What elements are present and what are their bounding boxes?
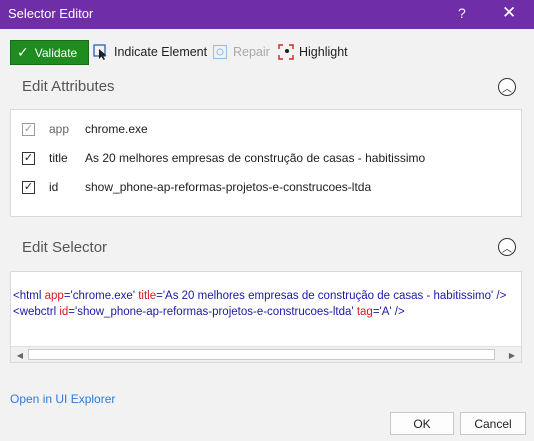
edit-selector-heading: Edit Selector: [22, 239, 108, 256]
code-attribute: title: [138, 290, 157, 302]
collapse-attributes-button[interactable]: ︿: [498, 78, 516, 96]
indicate-element-icon: [93, 44, 109, 60]
attribute-checkbox-title[interactable]: ✓: [22, 151, 35, 165]
cancel-button[interactable]: Cancel: [460, 412, 526, 435]
collapse-selector-button[interactable]: ︿: [498, 238, 516, 256]
code-attribute: id: [59, 306, 69, 318]
code-value: ='show_phone-ap-reformas-projetos-e-cons…: [68, 306, 357, 318]
validate-label: Validate: [34, 45, 78, 60]
window-title: Selector Editor: [8, 6, 94, 21]
toolbar: ✓ Validate Indicate Element Repair Highl…: [0, 29, 534, 75]
scroll-left-icon[interactable]: ◀: [13, 349, 27, 361]
selector-editor-dialog: ✓ Validate Indicate Element Repair Highl…: [0, 29, 534, 441]
highlight-label: Highlight: [299, 45, 348, 59]
attribute-value: show_phone-ap-reformas-projetos-e-constr…: [85, 180, 372, 194]
attribute-name: title: [49, 151, 68, 165]
attribute-row-id: ✓ id show_phone-ap-reformas-projetos-e-c…: [11, 177, 521, 197]
checkmark-icon: ✓: [17, 44, 29, 60]
indicate-element-button[interactable]: Indicate Element: [93, 42, 207, 62]
scrollbar-thumb[interactable]: [28, 349, 495, 360]
chevron-up-icon: ︿: [502, 243, 512, 255]
code-tag: <html: [13, 290, 45, 302]
selector-text-editor[interactable]: <html app='chrome.exe' title='As 20 melh…: [10, 271, 522, 363]
scroll-right-icon[interactable]: ▶: [505, 349, 519, 361]
code-attribute: tag: [356, 306, 373, 318]
attribute-row-app: ✓ app chrome.exe: [11, 119, 521, 139]
attribute-name: app: [49, 122, 70, 136]
code-value: ='As 20 melhores empresas de construção …: [156, 290, 507, 302]
attribute-row-title: ✓ title As 20 melhores empresas de const…: [11, 148, 521, 168]
code-value: ='A' />: [372, 306, 405, 318]
open-in-ui-explorer-link[interactable]: Open in UI Explorer: [10, 392, 115, 406]
highlight-icon: [278, 44, 294, 60]
ok-button[interactable]: OK: [390, 412, 454, 435]
highlight-button[interactable]: Highlight: [278, 42, 348, 62]
edit-attributes-heading: Edit Attributes: [22, 78, 115, 95]
help-button[interactable]: ?: [458, 5, 466, 21]
attributes-panel: ✓ app chrome.exe ✓ title As 20 melhores …: [10, 109, 522, 217]
repair-icon: [212, 44, 228, 60]
chevron-up-icon: ︿: [502, 83, 512, 95]
repair-label: Repair: [233, 45, 270, 59]
repair-button[interactable]: Repair: [212, 42, 270, 62]
close-button[interactable]: ✕: [502, 3, 516, 23]
horizontal-scrollbar[interactable]: ◀ ▶: [11, 346, 521, 362]
attribute-value: chrome.exe: [85, 122, 148, 136]
validate-button[interactable]: ✓ Validate: [10, 40, 89, 65]
code-attribute: app: [44, 290, 64, 302]
attribute-name: id: [49, 180, 59, 194]
attribute-value: As 20 melhores empresas de construção de…: [85, 151, 426, 165]
indicate-element-label: Indicate Element: [114, 45, 208, 59]
attribute-checkbox-app[interactable]: ✓: [22, 122, 35, 136]
attribute-checkbox-id[interactable]: ✓: [22, 180, 35, 194]
selector-code: <html app='chrome.exe' title='As 20 melh…: [13, 288, 506, 320]
code-tag: <webctrl: [13, 306, 60, 318]
code-value: ='chrome.exe': [63, 290, 139, 302]
title-bar: Selector Editor ? ✕: [0, 0, 534, 29]
